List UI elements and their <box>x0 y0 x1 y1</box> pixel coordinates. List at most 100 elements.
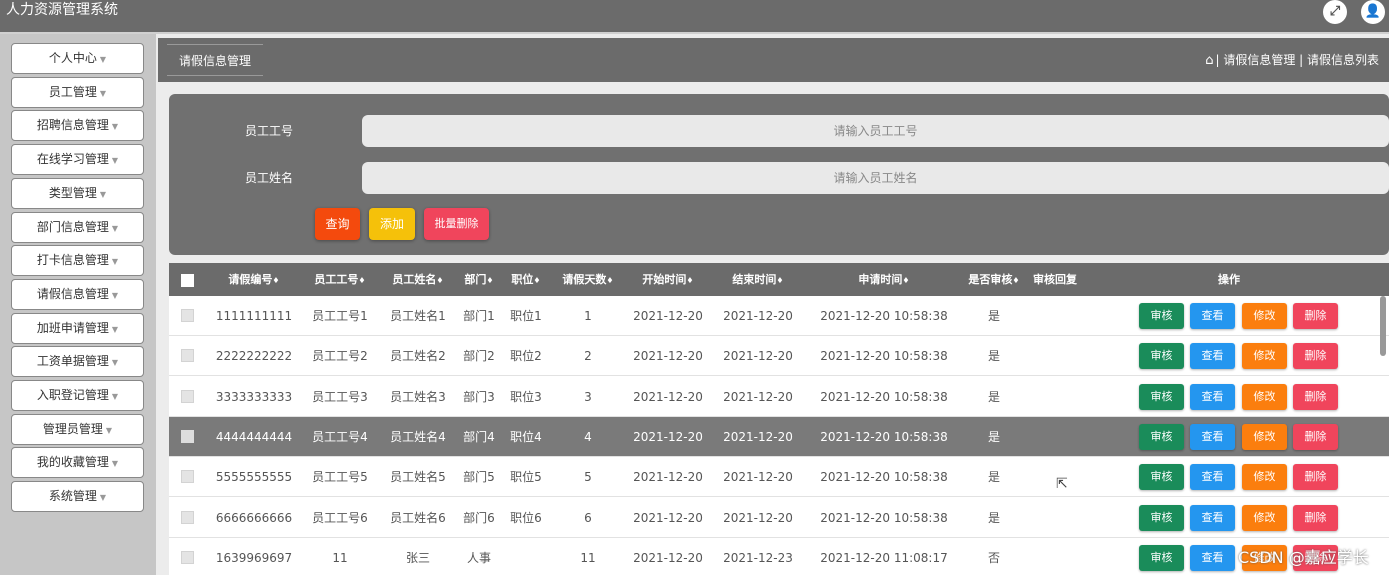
table-row[interactable]: 5555555555 员工工号5 员工姓名5 部门5 职位5 5 2021-12-20 202… <box>169 457 1389 498</box>
sort-icon[interactable]: ♦ <box>358 276 365 285</box>
sort-icon[interactable]: ♦ <box>686 276 693 285</box>
cell-id: 3333333333 <box>215 389 293 404</box>
row-checkbox[interactable] <box>181 550 194 564</box>
user-icon[interactable]: 👤 <box>1361 0 1385 24</box>
audit-button[interactable]: 审核 <box>1139 383 1184 410</box>
cell-id: 5555555555 <box>215 470 293 485</box>
audit-button[interactable]: 审核 <box>1139 343 1184 370</box>
column-header[interactable]: 是否审核♦ <box>964 263 1024 297</box>
sidebar-item-label: 部门信息管理 <box>36 219 109 234</box>
emp-name-input[interactable] <box>362 162 1389 194</box>
sidebar-item[interactable]: 请假信息管理 ▼ <box>11 278 144 310</box>
column-header[interactable]: 部门♦ <box>459 263 499 297</box>
audit-button[interactable]: 审核 <box>1139 544 1184 571</box>
sort-icon[interactable]: ♦ <box>272 276 279 285</box>
view-button[interactable]: 查看 <box>1190 504 1235 531</box>
delete-button[interactable]: 删除 <box>1293 383 1338 410</box>
sort-icon[interactable]: ♦ <box>902 276 909 285</box>
column-header[interactable]: 员工工号♦ <box>304 263 376 297</box>
sidebar-item-label: 入职登记管理 <box>36 388 109 402</box>
sidebar-item-label: 打卡信息管理 <box>36 253 109 268</box>
column-header[interactable]: 请假编号♦ <box>204 263 304 297</box>
column-header[interactable]: 职位♦ <box>501 263 551 297</box>
view-button[interactable]: 查看 <box>1190 423 1235 450</box>
edit-button[interactable]: 修改 <box>1242 303 1287 329</box>
view-button[interactable]: 查看 <box>1190 343 1235 370</box>
sidebar-item[interactable]: 员工管理 ▼ <box>11 76 144 108</box>
view-button[interactable]: 查看 <box>1190 464 1235 491</box>
cell-start: 2021-12-20 <box>633 470 703 485</box>
sort-icon[interactable]: ♦ <box>436 276 443 285</box>
sidebar-item[interactable]: 工资单据管理 ▼ <box>11 346 144 378</box>
table-row[interactable]: 1111111111 员工工号1 员工姓名1 部门1 职位1 1 2021-12-20 202… <box>169 296 1389 336</box>
sort-icon[interactable]: ♦ <box>1012 276 1019 285</box>
column-header[interactable]: 开始时间♦ <box>624 263 712 297</box>
home-icon[interactable]: ⌂ <box>1205 53 1213 68</box>
audit-button[interactable]: 审核 <box>1139 303 1184 329</box>
row-checkbox[interactable] <box>181 349 194 363</box>
cell-applied: 2021-12-20 10:58:38 <box>820 470 948 485</box>
sidebar-item[interactable]: 招聘信息管理 ▼ <box>11 110 144 142</box>
audit-button[interactable]: 审核 <box>1139 423 1184 450</box>
sort-icon[interactable]: ♦ <box>606 276 613 285</box>
fullscreen-icon[interactable]: ⤢ <box>1323 0 1347 24</box>
delete-button[interactable]: 删除 <box>1293 504 1338 531</box>
row-checkbox[interactable] <box>181 470 194 484</box>
sidebar-item[interactable]: 在线学习管理 ▼ <box>11 144 144 176</box>
row-checkbox[interactable] <box>181 309 194 322</box>
sort-icon[interactable]: ♦ <box>486 276 493 285</box>
query-button[interactable]: 查询 <box>315 208 360 240</box>
tab-leave-info[interactable]: 请假信息管理 <box>167 44 264 76</box>
view-button[interactable]: 查看 <box>1190 303 1235 329</box>
audit-button[interactable]: 审核 <box>1139 504 1184 531</box>
row-checkbox[interactable] <box>181 510 194 524</box>
cell-pos: 职位1 <box>510 309 542 323</box>
sidebar-item[interactable]: 个人中心 ▼ <box>11 43 144 74</box>
delete-button[interactable]: 删除 <box>1293 343 1338 370</box>
view-button[interactable]: 查看 <box>1190 383 1235 410</box>
edit-button[interactable]: 修改 <box>1242 423 1287 450</box>
row-checkbox[interactable] <box>181 429 194 443</box>
sort-icon[interactable]: ♦ <box>533 276 540 285</box>
delete-button[interactable]: 删除 <box>1293 464 1338 491</box>
sort-icon[interactable]: ♦ <box>776 276 783 285</box>
scrollbar[interactable] <box>1380 296 1386 356</box>
emp-no-input[interactable] <box>362 115 1389 147</box>
sidebar-item[interactable]: 我的收藏管理 ▼ <box>11 447 144 479</box>
sidebar-item[interactable]: 入职登记管理 ▼ <box>11 380 144 411</box>
edit-button[interactable]: 修改 <box>1242 464 1287 491</box>
table-row[interactable]: 1639969697 11 张三 人事 11 2021-12-20 2021-12-23 20… <box>169 538 1389 575</box>
delete-button[interactable]: 删除 <box>1293 423 1338 450</box>
select-all-checkbox[interactable] <box>181 274 194 287</box>
sidebar-item[interactable]: 类型管理 ▼ <box>11 177 144 209</box>
view-button[interactable]: 查看 <box>1190 544 1235 571</box>
table-row[interactable]: 4444444444 员工工号4 员工姓名4 部门4 职位4 4 2021-12-20 202… <box>169 416 1389 457</box>
mouse-cursor-icon: ⇱ <box>1056 476 1068 492</box>
cell-end: 2021-12-20 <box>723 389 793 404</box>
sidebar-item[interactable]: 加班申请管理 ▼ <box>11 312 144 344</box>
sidebar-item[interactable]: 管理员管理 ▼ <box>11 413 144 445</box>
column-header[interactable]: 请假天数♦ <box>554 263 622 297</box>
edit-button[interactable]: 修改 <box>1242 504 1287 531</box>
column-header-label: 申请时间 <box>858 273 903 286</box>
table-row[interactable]: 3333333333 员工工号3 员工姓名3 部门3 职位3 3 2021-12-20 202… <box>169 377 1389 417</box>
add-button[interactable]: 添加 <box>369 208 415 240</box>
edit-button[interactable]: 修改 <box>1242 383 1287 410</box>
column-header[interactable]: 申请时间♦ <box>804 263 964 297</box>
breadcrumb-text[interactable]: | 请假信息管理 | 请假信息列表 <box>1215 53 1379 67</box>
row-checkbox[interactable] <box>181 389 194 403</box>
cell-audited: 是 <box>987 309 1000 323</box>
cell-applied: 2021-12-20 10:58:38 <box>820 389 948 404</box>
sidebar-item-label: 类型管理 <box>48 185 97 200</box>
batch-delete-button[interactable]: 批量删除 <box>424 208 489 240</box>
audit-button[interactable]: 审核 <box>1139 464 1184 491</box>
sidebar-item[interactable]: 部门信息管理 ▼ <box>11 211 144 243</box>
column-header[interactable]: 员工姓名♦ <box>379 263 457 297</box>
sidebar-item[interactable]: 系统管理 ▼ <box>11 481 144 513</box>
table-row[interactable]: 6666666666 员工工号6 员工姓名6 部门6 职位6 6 2021-12-20 202… <box>169 498 1389 538</box>
column-header[interactable]: 结束时间♦ <box>714 263 802 297</box>
sidebar-item[interactable]: 打卡信息管理 ▼ <box>11 245 144 277</box>
delete-button[interactable]: 删除 <box>1293 303 1338 329</box>
edit-button[interactable]: 修改 <box>1242 343 1287 370</box>
table-row[interactable]: 2222222222 员工工号2 员工姓名2 部门2 职位2 2 2021-12-20 202… <box>169 336 1389 377</box>
